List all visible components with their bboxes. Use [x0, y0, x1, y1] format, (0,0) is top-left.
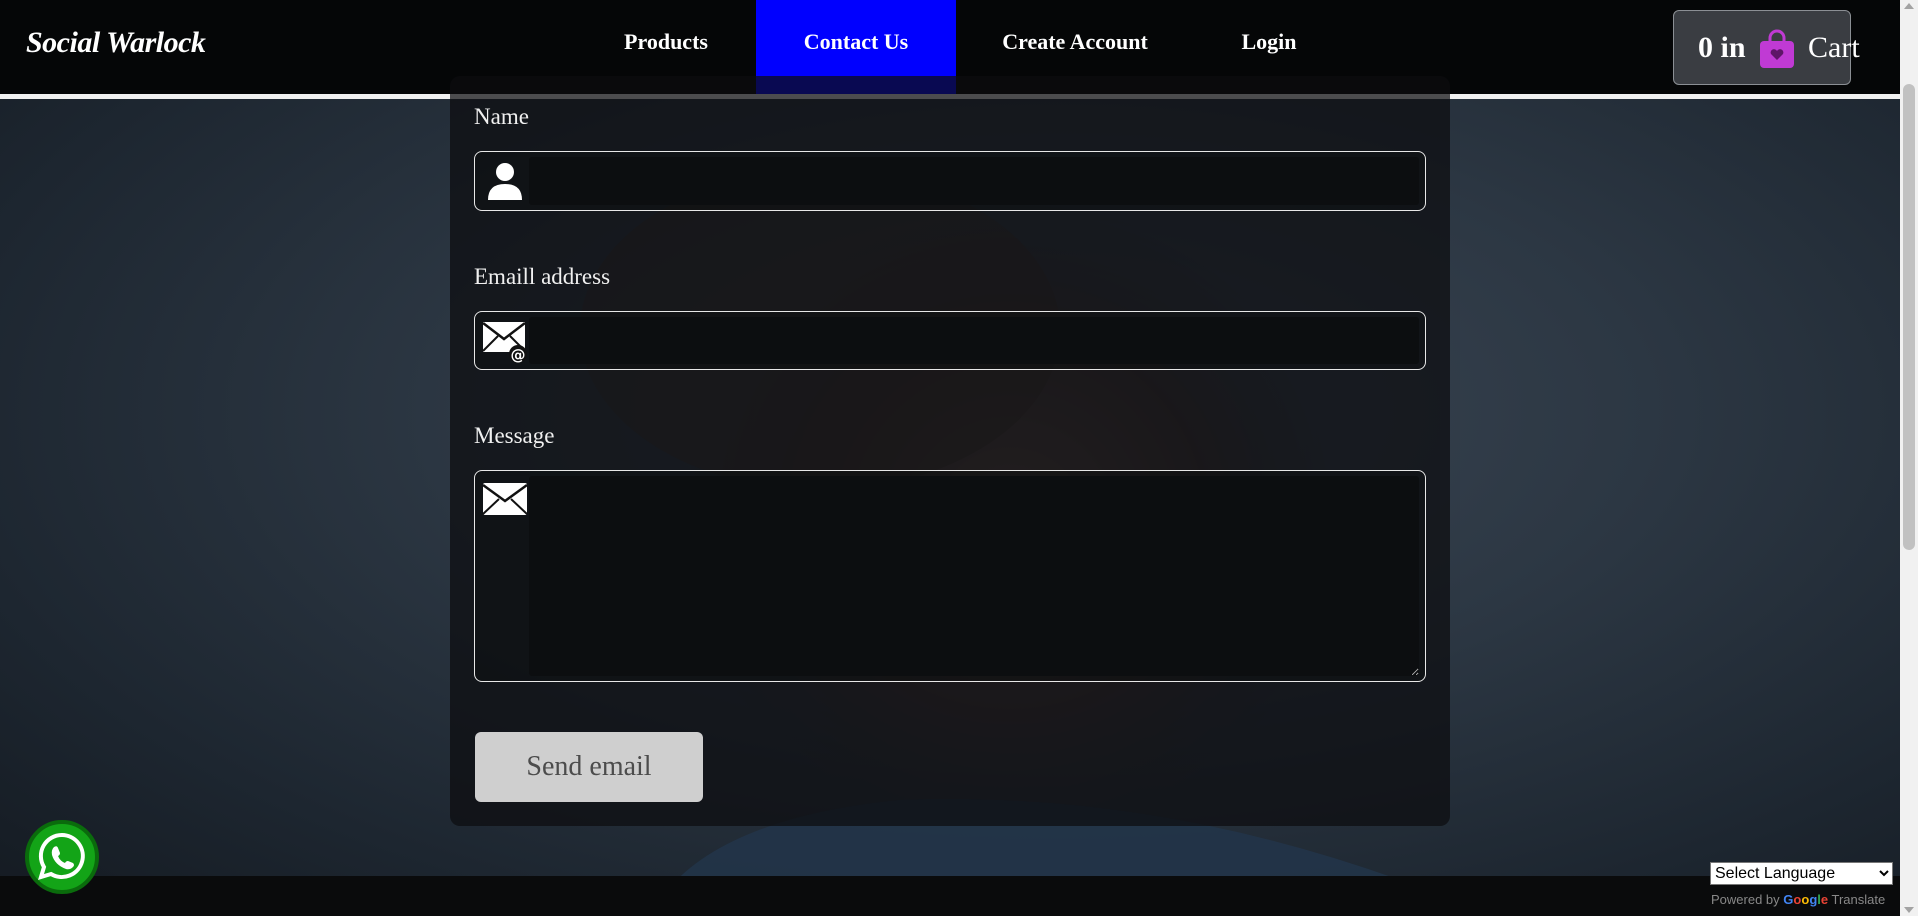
name-label: Name: [474, 104, 529, 129]
email-input[interactable]: [529, 317, 1419, 364]
shopping-bag-icon: [1760, 29, 1794, 68]
brand-logo[interactable]: Social Warlock: [26, 26, 206, 60]
message-textarea[interactable]: [529, 476, 1419, 676]
page-scrollbar[interactable]: [1900, 0, 1918, 916]
footer-bar: [0, 876, 1900, 916]
powered-by-google-translate: Powered by Google Translate: [1711, 892, 1885, 907]
scroll-up-arrow-icon[interactable]: [1904, 3, 1914, 9]
send-email-button[interactable]: Send email: [475, 732, 703, 802]
cart-button[interactable]: 0 in Cart: [1673, 10, 1860, 85]
cart-label: Cart: [1808, 31, 1860, 64]
envelope-at-icon: @: [482, 322, 527, 364]
powered-by-text: Powered by: [1711, 892, 1780, 907]
message-field: [474, 470, 1426, 682]
name-field: [474, 151, 1426, 211]
cart-count: 0 in: [1698, 31, 1746, 64]
email-field: @: [474, 311, 1426, 370]
google-logo: Google: [1783, 892, 1829, 907]
whatsapp-button[interactable]: [25, 820, 99, 894]
scroll-down-arrow-icon[interactable]: [1904, 907, 1914, 913]
message-label: Message: [474, 423, 555, 448]
whatsapp-icon: [38, 832, 85, 880]
name-input[interactable]: [529, 157, 1419, 205]
user-icon: [488, 163, 522, 200]
envelope-icon: [482, 483, 528, 515]
email-label: Emaill address: [474, 264, 611, 289]
translate-link[interactable]: Translate: [1832, 892, 1886, 907]
language-select[interactable]: Select Language: [1710, 862, 1893, 885]
svg-text:@: @: [511, 346, 526, 364]
scroll-thumb[interactable]: [1903, 84, 1915, 550]
